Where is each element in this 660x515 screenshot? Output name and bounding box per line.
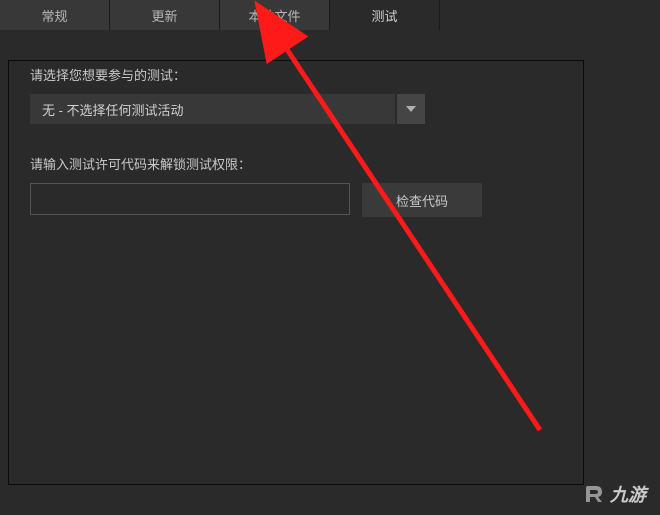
beta-code-label: 请输入测试许可代码来解锁测试权限： bbox=[30, 154, 630, 173]
tab-updates[interactable]: 更新 bbox=[110, 0, 220, 30]
tab-bar: 常规 更新 本地文件 测试 bbox=[0, 0, 660, 30]
beta-select-value: 无 - 不选择任何测试活动 bbox=[30, 94, 395, 124]
watermark-icon bbox=[582, 482, 606, 506]
check-code-button[interactable]: 检查代码 bbox=[362, 183, 482, 217]
content-panel: 请选择您想要参与的测试： 无 - 不选择任何测试活动 请输入测试许可代码来解锁测… bbox=[0, 30, 660, 252]
tab-betas[interactable]: 测试 bbox=[330, 0, 440, 30]
chevron-down-icon bbox=[406, 106, 416, 112]
watermark-text: 九游 bbox=[610, 481, 646, 507]
beta-code-row: 检查代码 bbox=[30, 183, 630, 217]
tab-general[interactable]: 常规 bbox=[0, 0, 110, 30]
beta-select-dropdown[interactable]: 无 - 不选择任何测试活动 bbox=[30, 94, 425, 124]
tab-local-files[interactable]: 本地文件 bbox=[220, 0, 330, 30]
beta-code-input[interactable] bbox=[30, 183, 350, 215]
beta-select-toggle[interactable] bbox=[397, 94, 425, 124]
beta-select-label: 请选择您想要参与的测试： bbox=[30, 65, 630, 84]
watermark: 九游 bbox=[582, 481, 646, 507]
